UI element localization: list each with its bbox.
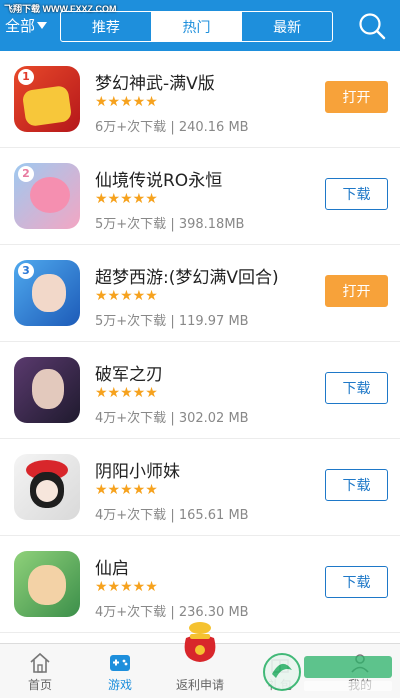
tab-recommend[interactable]: 推荐 [61,12,152,41]
category-dropdown[interactable]: 全部 [5,15,48,36]
rating-stars: ★★★★★ [95,288,158,304]
app-icon-pojun [14,357,80,423]
app-meta: 6万+次下载 | 240.16 MB [95,120,249,135]
download-count: 4万+次下载 [95,411,167,426]
download-button[interactable]: 下载 [325,178,388,210]
download-count: 5万+次下载 [95,314,167,329]
tab-bar: 推荐 热门 最新 [60,11,333,42]
app-meta: 4万+次下载 | 302.02 MB [95,411,249,426]
download-count: 4万+次下载 [95,508,167,523]
download-button[interactable]: 下载 [325,566,388,598]
open-button[interactable]: 打开 [325,81,388,113]
category-dropdown-label: 全部 [5,17,36,35]
list-item[interactable]: 仙启 ★★★★★ 4万+次下载 | 236.30 MB 下载 [0,536,400,633]
open-button[interactable]: 打开 [325,275,388,307]
rating-stars: ★★★★★ [95,579,158,595]
download-count: 6万+次下载 [95,120,167,135]
nav-games-label: 游戏 [107,678,132,692]
search-icon[interactable] [357,11,387,41]
app-icon-ro: 2 [14,163,80,229]
app-meta: 5万+次下载 | 398.18MB [95,217,245,232]
tab-hot[interactable]: 热门 [151,12,243,41]
tab-latest[interactable]: 最新 [242,12,332,41]
app-name: 超梦西游:(梦幻满V回合) [95,268,279,288]
rating-stars: ★★★★★ [95,94,158,110]
app-name: 破军之刃 [95,365,163,385]
rank-badge: 1 [18,69,34,85]
list-item[interactable]: 破军之刃 ★★★★★ 4万+次下载 | 302.02 MB 下载 [0,342,400,439]
file-size: 236.30 MB [178,605,249,620]
nav-home-label: 首页 [27,678,52,692]
file-size: 165.61 MB [178,508,249,523]
app-icon-menghuan: 1 [14,66,80,132]
download-count: 5万+次下载 [95,217,167,232]
download-button[interactable]: 下载 [325,469,388,501]
file-size: 240.16 MB [178,120,249,135]
download-count: 4万+次下载 [95,605,167,620]
app-meta: 5万+次下载 | 119.97 MB [95,314,249,329]
list-item[interactable]: 阴阳小师妹 ★★★★★ 4万+次下载 | 165.61 MB 下载 [0,439,400,536]
app-meta: 4万+次下载 | 236.30 MB [95,605,249,620]
app-list: 1 梦幻神武-满V版 ★★★★★ 6万+次下载 | 240.16 MB 打开 2… [0,51,400,633]
site-watermark-logo [263,653,392,691]
rank-badge: 3 [18,263,34,279]
nav-games[interactable]: 游戏 [80,644,160,698]
nav-home[interactable]: 首页 [0,644,80,698]
app-name: 阴阳小师妹 [95,462,180,482]
gamepad-icon [110,655,130,671]
file-size: 302.02 MB [178,411,249,426]
rating-stars: ★★★★★ [95,191,158,207]
list-item[interactable]: 2 仙境传说RO永恒 ★★★★★ 5万+次下载 | 398.18MB 下载 [0,148,400,245]
file-size: 398.18MB [178,217,245,232]
app-icon-yinyang [14,454,80,520]
home-icon [30,652,50,673]
rating-stars: ★★★★★ [95,482,158,498]
list-item[interactable]: 3 超梦西游:(梦幻满V回合) ★★★★★ 5万+次下载 | 119.97 MB… [0,245,400,342]
file-size: 119.97 MB [178,314,249,329]
top-bar: 飞翔下载 WWW.FXXZ.COM 全部 推荐 热门 最新 [0,0,400,51]
app-name: 梦幻神武-满V版 [95,74,215,94]
nav-rebate[interactable]: 返利申请 [160,622,240,698]
app-icon-chaomeng: 3 [14,260,80,326]
app-name: 仙启 [95,559,129,579]
money-bag-icon [184,622,216,662]
download-button[interactable]: 下载 [325,372,388,404]
app-store-screen: 飞翔下载 WWW.FXXZ.COM 全部 推荐 热门 最新 1 梦幻神武-满V版… [0,0,400,698]
list-item[interactable]: 1 梦幻神武-满V版 ★★★★★ 6万+次下载 | 240.16 MB 打开 [0,51,400,148]
caret-down-icon [37,22,48,29]
rank-badge: 2 [18,166,34,182]
nav-rebate-label: 返利申请 [175,678,224,692]
app-icon-xianqi [14,551,80,617]
app-name: 仙境传说RO永恒 [95,171,223,191]
app-meta: 4万+次下载 | 165.61 MB [95,508,249,523]
rating-stars: ★★★★★ [95,385,158,401]
